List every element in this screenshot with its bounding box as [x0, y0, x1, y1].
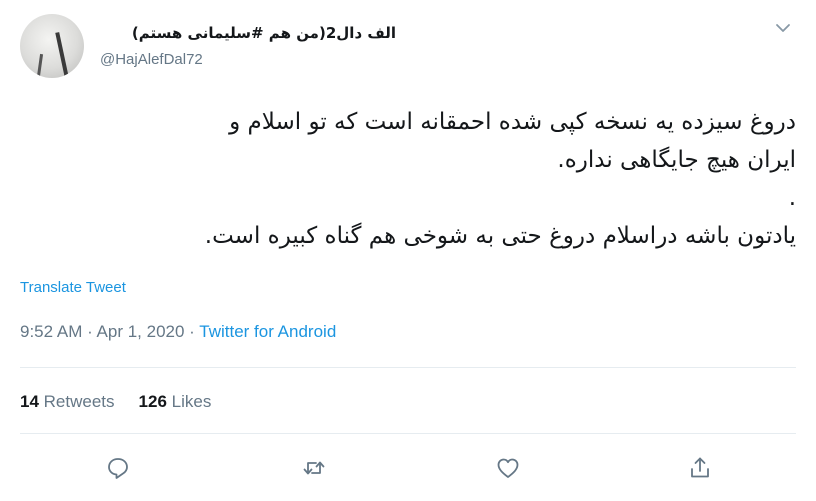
retweets-label: Retweets: [43, 392, 115, 411]
heart-icon[interactable]: [494, 454, 522, 482]
tweet-line: ایران هیچ جایگاهی نداره.: [557, 147, 796, 173]
tweet-time[interactable]: 9:52 AM: [20, 322, 82, 341]
meta-separator: ·: [184, 322, 200, 341]
divider: [20, 367, 796, 368]
avatar[interactable]: [20, 14, 84, 78]
display-name[interactable]: الف دال2(من هم #سلیمانی هستم): [100, 24, 396, 42]
tweet-date[interactable]: Apr 1, 2020: [97, 322, 185, 341]
tweet-line: یادتون باشه دراسلام دروغ حتی به شوخی هم …: [204, 223, 796, 249]
translate-tweet-link[interactable]: Translate Tweet: [20, 279, 126, 296]
divider: [20, 433, 796, 434]
meta-separator: ·: [82, 322, 97, 341]
retweet-icon[interactable]: [300, 454, 328, 482]
tweet-line: دروغ سیزده یه نسخه کپی شده احمقانه است ک…: [229, 109, 796, 135]
tweet-source-link[interactable]: Twitter for Android: [199, 322, 336, 341]
tweet-line: .: [788, 185, 796, 211]
avatar-detail: [35, 53, 44, 78]
retweets-stat[interactable]: 14 Retweets: [20, 392, 115, 411]
chevron-down-icon[interactable]: [771, 16, 795, 40]
likes-stat[interactable]: 126 Likes: [139, 392, 212, 411]
avatar-detail: [55, 32, 69, 78]
tweet-stats: 14 Retweets 126 Likes: [20, 392, 211, 412]
user-handle[interactable]: @HajAlefDal72: [100, 51, 203, 68]
likes-label: Likes: [171, 392, 212, 411]
likes-count: 126: [138, 392, 167, 411]
reply-icon[interactable]: [104, 454, 132, 482]
tweet-text: دروغ سیزده یه نسخه کپی شده احمقانه است ک…: [18, 103, 796, 255]
retweets-count: 14: [20, 392, 39, 411]
share-icon[interactable]: [686, 454, 714, 482]
tweet-metadata: 9:52 AM · Apr 1, 2020 · Twitter for Andr…: [20, 322, 336, 342]
